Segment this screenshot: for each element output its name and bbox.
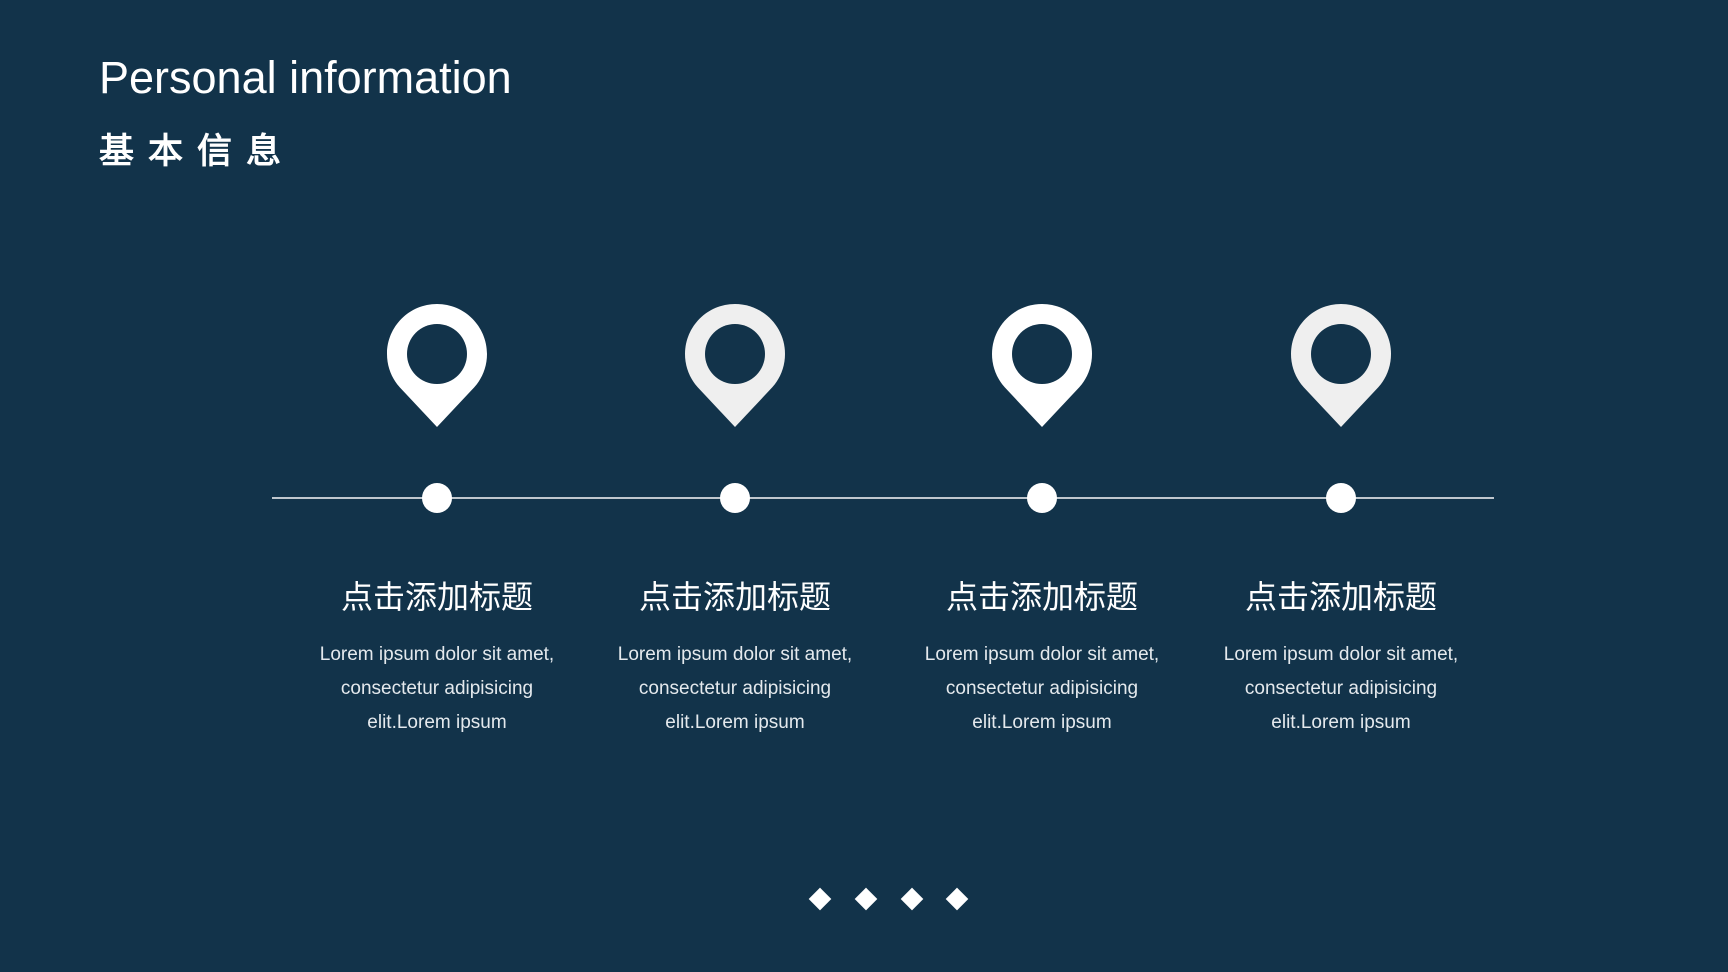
timeline-dot	[1326, 483, 1356, 513]
milestone-title: 点击添加标题	[340, 578, 533, 616]
milestone-description: Lorem ipsum dolor sit amet, consectetur …	[1223, 644, 1459, 733]
milestone-1: 点击添加标题 Lorem ipsum dolor sit amet, conse…	[287, 0, 587, 972]
milestone-description: Lorem ipsum dolor sit amet, consectetur …	[319, 644, 555, 733]
milestone-4: 点击添加标题 Lorem ipsum dolor sit amet, conse…	[1191, 0, 1491, 972]
location-pin-icon	[387, 304, 487, 427]
milestone-3: 点击添加标题 Lorem ipsum dolor sit amet, conse…	[892, 0, 1192, 972]
timeline-dot	[720, 483, 750, 513]
timeline-dot	[422, 483, 452, 513]
milestone-title: 点击添加标题	[1244, 578, 1437, 616]
milestone-description: Lorem ipsum dolor sit amet, consectetur …	[617, 644, 853, 733]
milestone-2: 点击添加标题 Lorem ipsum dolor sit amet, conse…	[585, 0, 885, 972]
milestone-description: Lorem ipsum dolor sit amet, consectetur …	[924, 644, 1160, 733]
location-pin-icon	[685, 304, 785, 427]
milestone-title: 点击添加标题	[638, 578, 831, 616]
page-subtitle: 基本信息	[99, 131, 296, 172]
timeline-dot	[1027, 483, 1057, 513]
milestone-title: 点击添加标题	[945, 578, 1138, 616]
location-pin-icon	[1291, 304, 1391, 427]
location-pin-icon	[992, 304, 1092, 427]
